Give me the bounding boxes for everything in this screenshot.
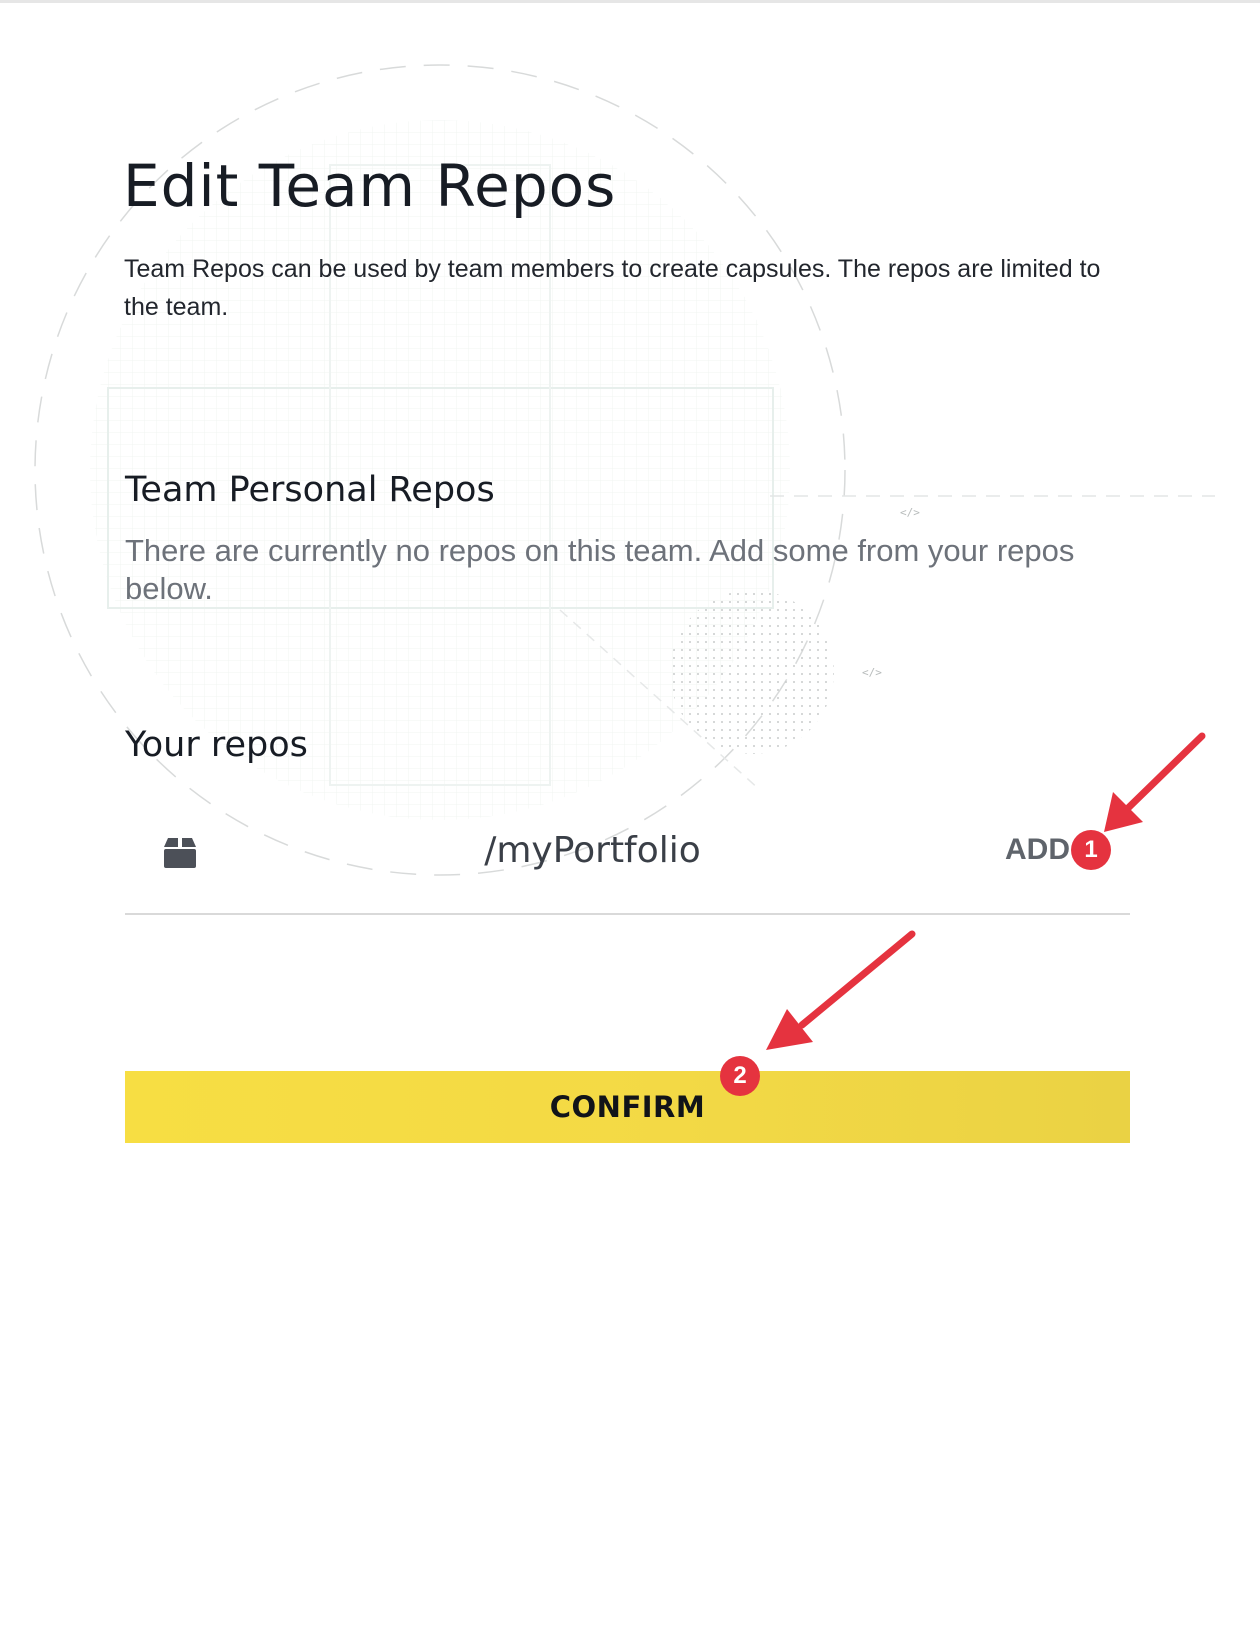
team-repos-empty-message: There are currently no repos on this tea… <box>125 533 1075 606</box>
box-icon <box>164 838 196 868</box>
repo-list-item: /myPortfolio ADD <box>125 800 1130 915</box>
repo-name: /myPortfolio <box>484 830 701 871</box>
page-title: Edit Team Repos <box>123 152 617 220</box>
your-repos-heading: Your repos <box>125 725 308 765</box>
team-repos-heading: Team Personal Repos <box>125 470 495 510</box>
svg-text:</>: </> <box>862 666 882 679</box>
add-repo-button[interactable]: ADD <box>1005 828 1070 872</box>
top-border <box>0 0 1260 3</box>
confirm-button[interactable]: CONFIRM <box>125 1071 1130 1143</box>
step-badge-1: 1 <box>1071 830 1111 870</box>
svg-text:</>: </> <box>900 506 920 519</box>
step-badge-2: 2 <box>720 1056 760 1096</box>
annotation-arrow-2 <box>766 930 916 1050</box>
page-description: Team Repos can be used by team members t… <box>124 255 1101 321</box>
